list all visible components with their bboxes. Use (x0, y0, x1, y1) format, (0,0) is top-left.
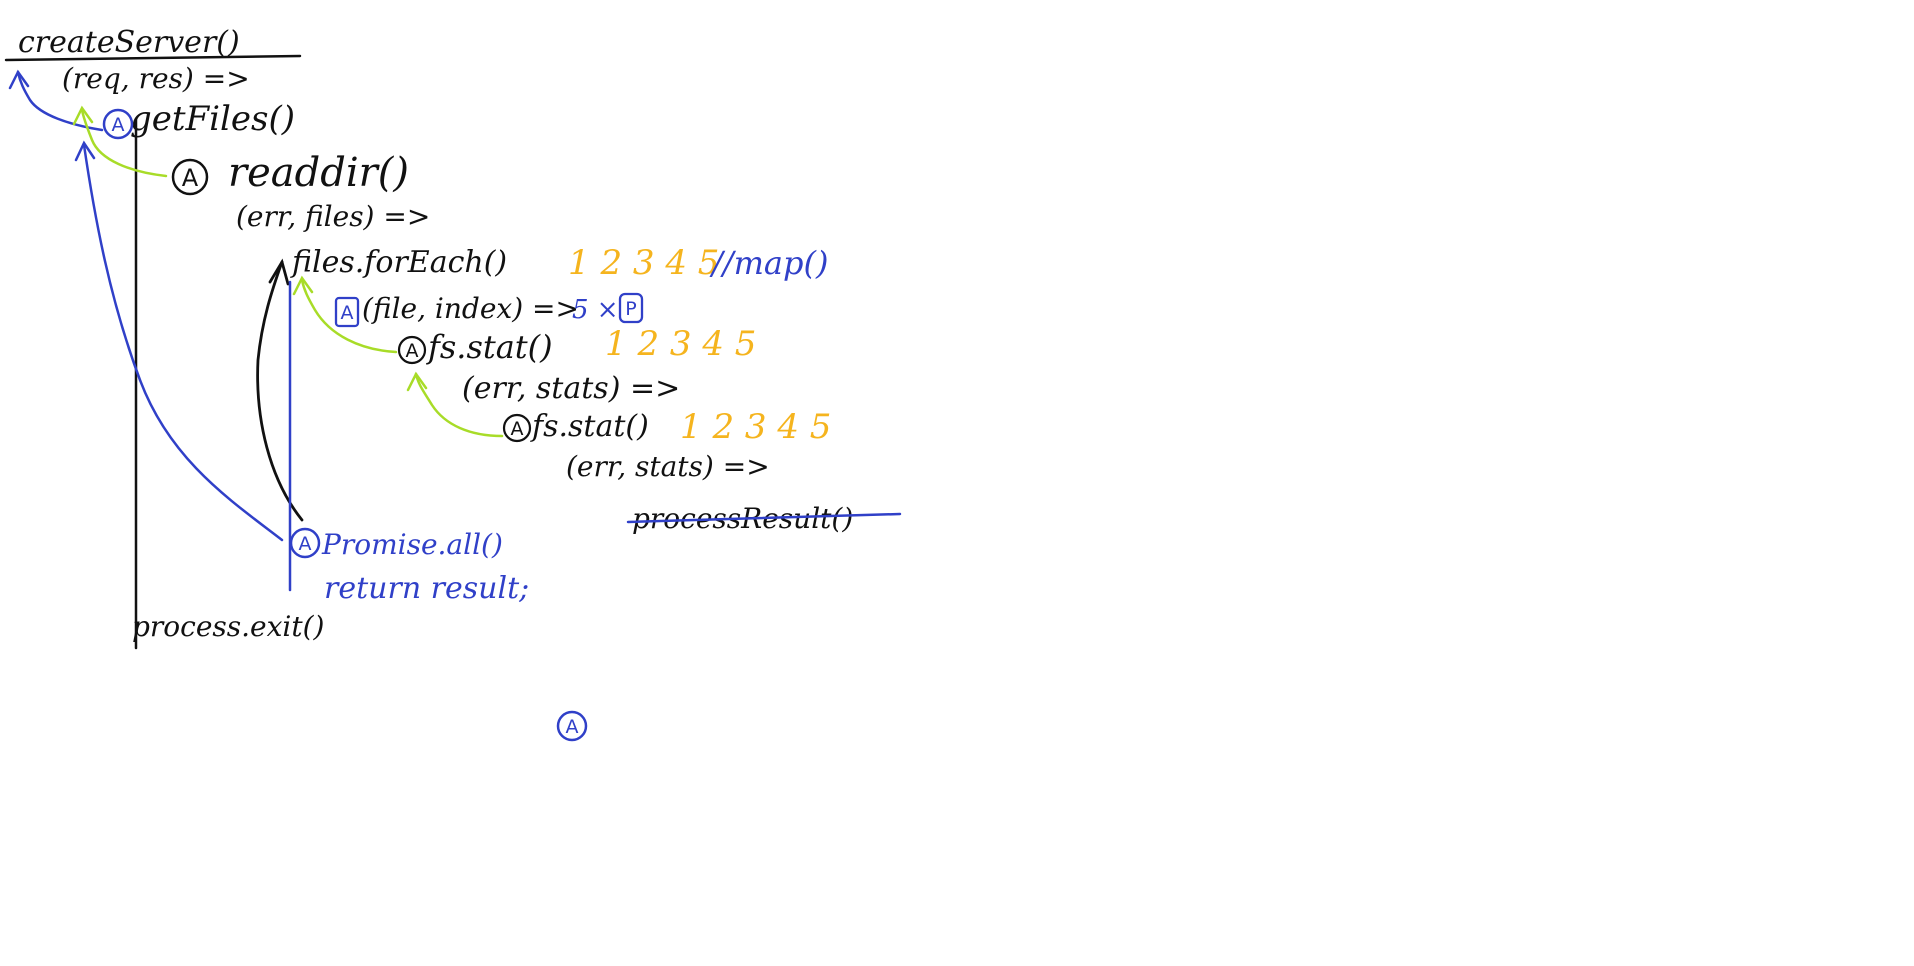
async-badge-readdir: A (171, 158, 209, 196)
async-badge-fs-stat-1: A (397, 335, 427, 365)
whiteboard-sketch: createServer() (req, res) => getFiles() … (4, 25, 902, 742)
err-files-label: (err, files) => (236, 200, 430, 233)
files-foreach-label: files.forEach() (290, 245, 507, 280)
badge-letter: A (182, 164, 199, 192)
fs-stat-label-2: fs.stat() (530, 409, 649, 444)
badge-letter: A (511, 418, 524, 440)
numbers-row-3: 1 2 3 4 5 (680, 407, 831, 447)
promise-box-badge: P (618, 292, 644, 324)
numbers-row-1: 1 2 3 4 5 (568, 243, 719, 283)
create-server-label: createServer() (18, 25, 240, 60)
err-stats-label-2: (err, stats) => (566, 450, 770, 483)
err-stats-label-1: (err, stats) => (462, 371, 680, 406)
return-result-label: return result; (324, 571, 529, 606)
async-box-file-index: A (334, 296, 360, 328)
five-times-label: 5 × (572, 295, 619, 325)
fs-stat-label-1: fs.stat() (426, 328, 553, 366)
numbers-row-2: 1 2 3 4 5 (605, 324, 756, 364)
get-files-label: getFiles() (130, 99, 295, 139)
file-index-label: (file, index) => (362, 292, 579, 325)
promise-all-label: Promise.all() (321, 528, 503, 561)
badge-letter: A (112, 114, 125, 136)
badge-letter: A (299, 533, 312, 555)
badge-letter: A (341, 302, 354, 324)
readdir-label: readdir() (228, 150, 409, 196)
process-exit-label: process.exit() (132, 610, 324, 643)
async-badge-standalone: A (556, 710, 588, 742)
async-badge-promise-all: A (289, 527, 321, 559)
badge-letter: A (406, 340, 419, 362)
async-badge-get-files: A (102, 108, 134, 140)
async-badge-fs-stat-2: A (502, 413, 532, 443)
black-return-arrow (256, 260, 304, 522)
map-note-label: //map() (709, 244, 828, 282)
green-arrowhead-fs-stat-2 (406, 371, 428, 392)
badge-letter: A (566, 716, 579, 738)
promise-badge-letter: P (625, 298, 636, 320)
req-res-label: (req, res) => (62, 62, 250, 95)
